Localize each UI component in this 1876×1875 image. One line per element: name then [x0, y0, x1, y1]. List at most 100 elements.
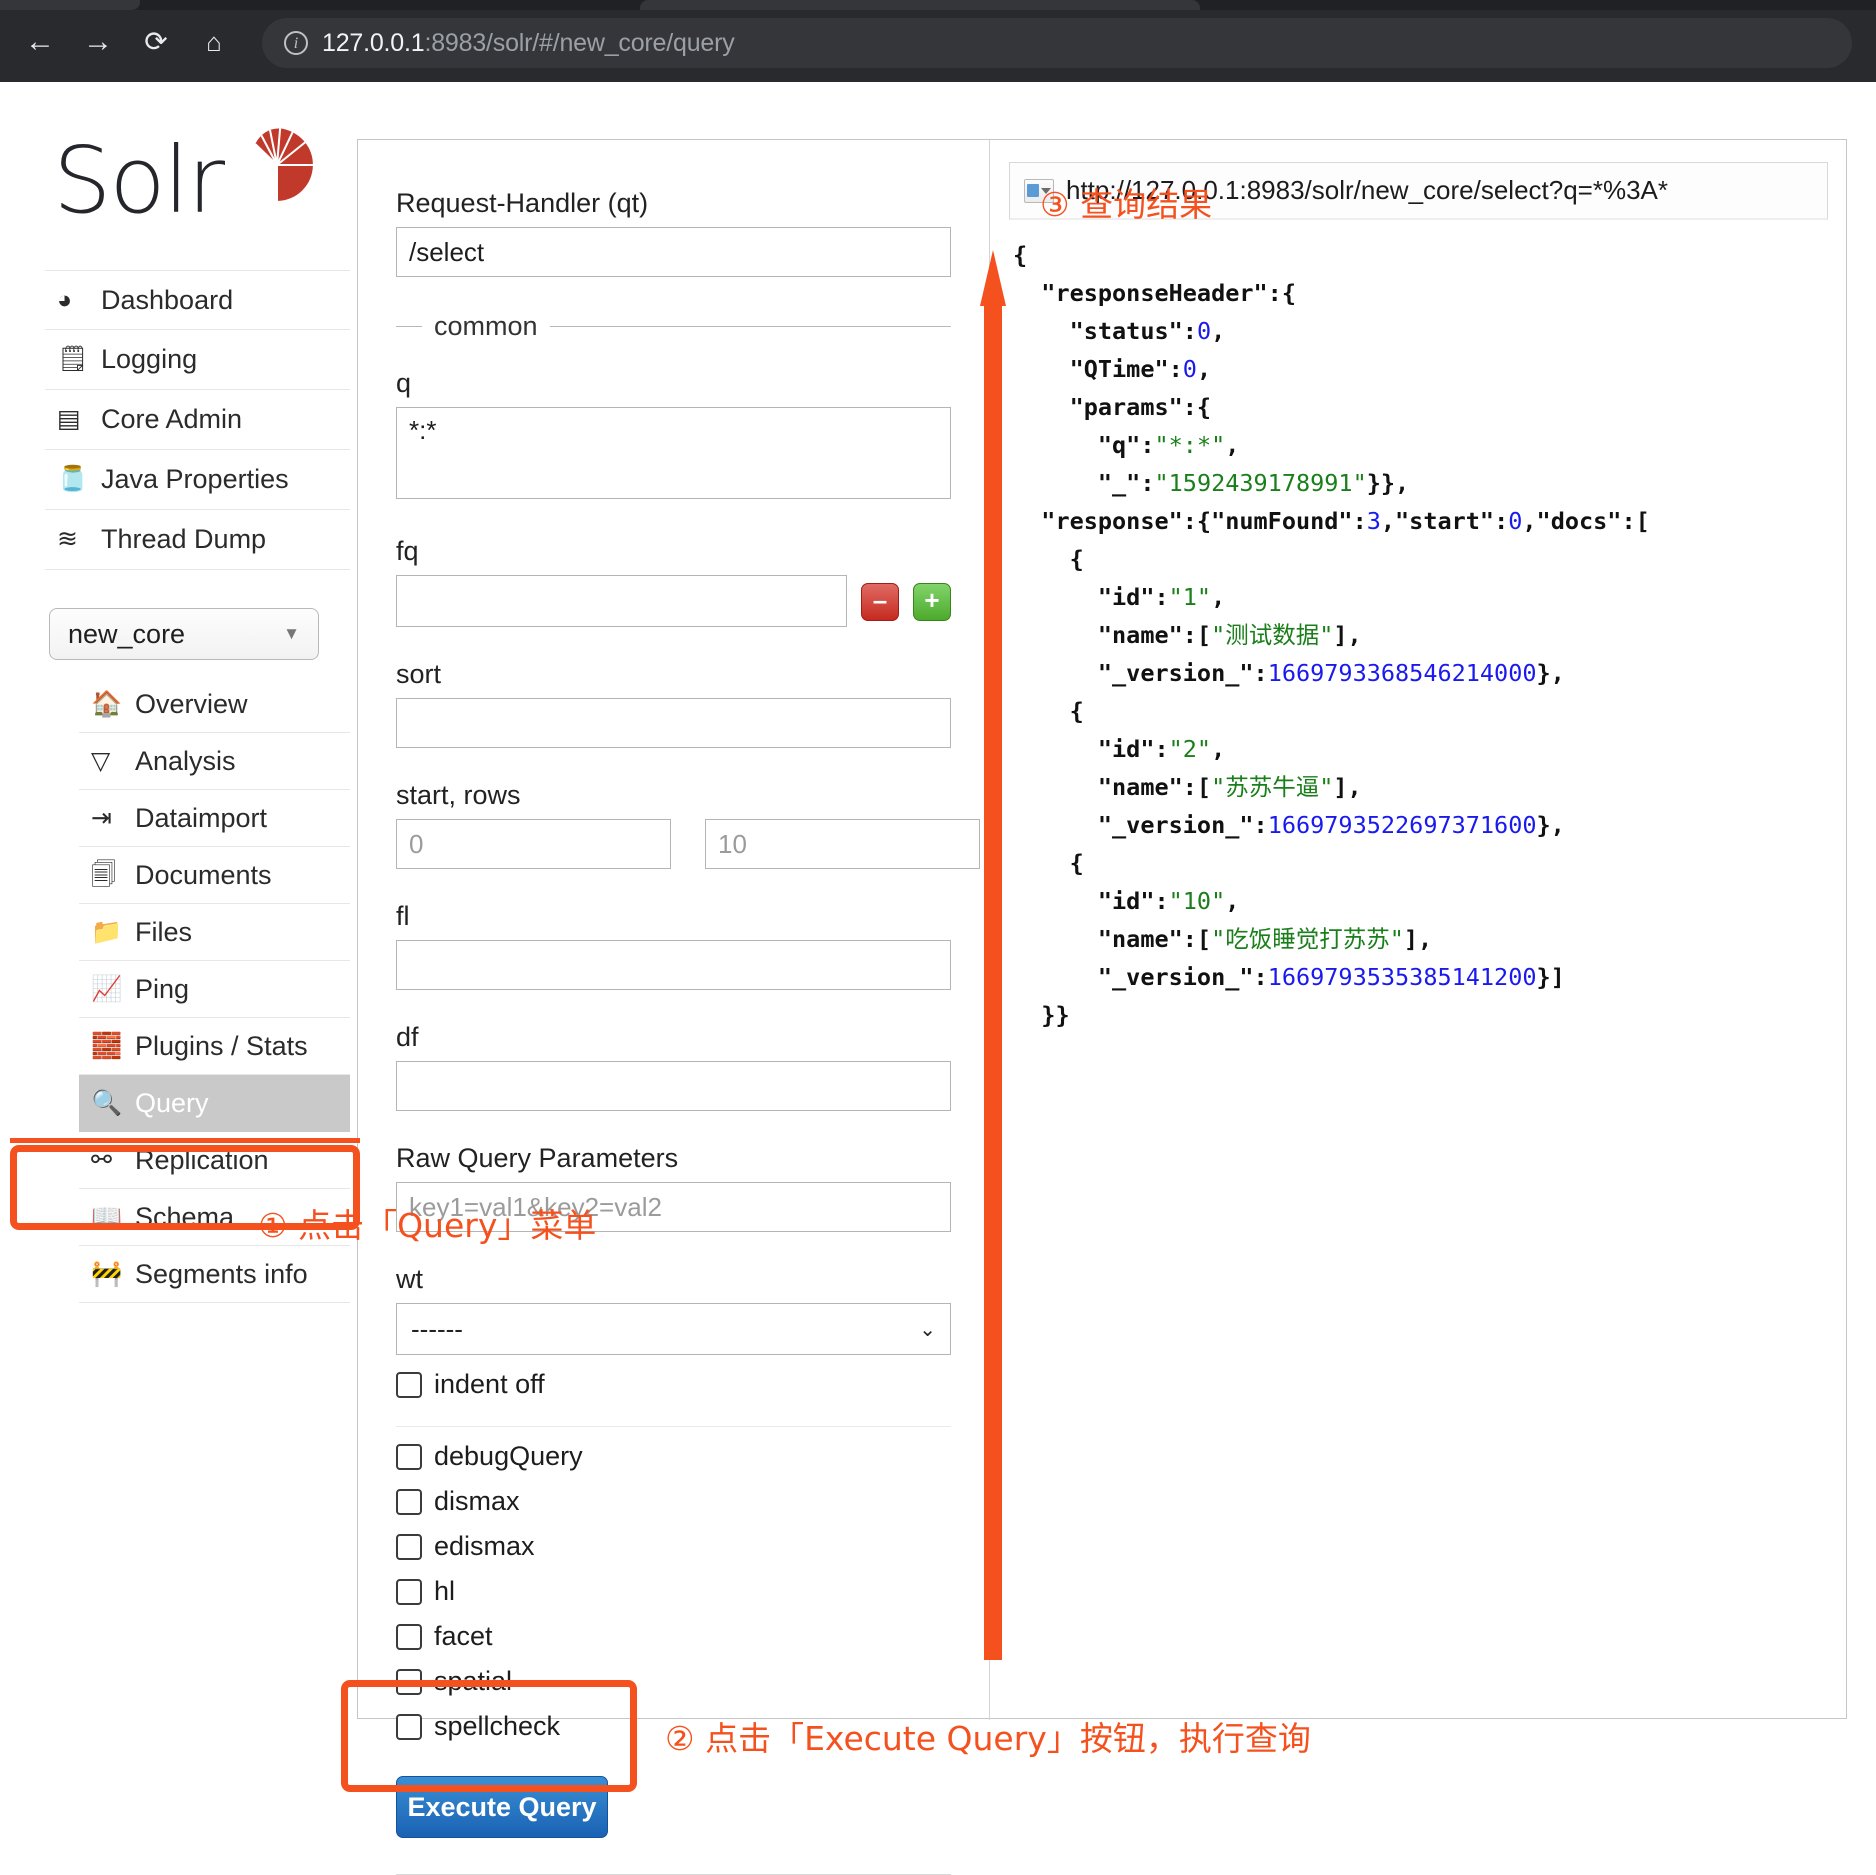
sidebar-item-label: Plugins / Stats: [135, 1031, 308, 1062]
solr-logo[interactable]: Solr: [53, 122, 350, 244]
sidebar-item-overview[interactable]: 🏠 Overview: [79, 676, 350, 733]
checkbox-icon[interactable]: [396, 1579, 422, 1605]
sidebar-item-files[interactable]: 📁 Files: [79, 904, 350, 961]
checkbox-icon[interactable]: [396, 1444, 422, 1470]
url-host: 127.0.0.1: [322, 29, 424, 57]
fl-input[interactable]: [396, 940, 951, 990]
arrow-shaft: [984, 302, 1002, 1660]
minus-icon: –: [873, 587, 887, 613]
option-edismax-row[interactable]: edismax: [396, 1531, 951, 1562]
df-label: df: [396, 1022, 951, 1053]
plus-icon: +: [924, 587, 939, 613]
request-handler-input[interactable]: [396, 227, 951, 277]
option-dismax-row[interactable]: dismax: [396, 1486, 951, 1517]
sidebar-item-documents[interactable]: 🗐 Documents: [79, 847, 350, 904]
logging-icon: 🗒: [57, 347, 101, 372]
core-admin-icon: ▤: [57, 407, 101, 432]
option-debugquery-row[interactable]: debugQuery: [396, 1441, 951, 1472]
add-fq-button[interactable]: +: [913, 583, 951, 621]
wt-label: wt: [396, 1264, 951, 1295]
sidebar: Solr: [45, 122, 350, 1303]
sidebar-item-ping[interactable]: 📈 Ping: [79, 961, 350, 1018]
checkbox-icon[interactable]: [396, 1372, 422, 1398]
address-bar[interactable]: i 127.0.0.1:8983/solr/#/new_core/query: [262, 18, 1852, 68]
sidebar-item-segments-info[interactable]: 🚧 Segments info: [79, 1246, 350, 1303]
indent-off-checkbox-row[interactable]: indent off: [396, 1369, 951, 1400]
legend-text: common: [422, 311, 550, 342]
option-facet-row[interactable]: facet: [396, 1621, 951, 1652]
thread-dump-icon: ≋: [57, 527, 101, 552]
checkbox-icon[interactable]: [396, 1624, 422, 1650]
spacer: [396, 504, 951, 536]
doc-square-icon: [1027, 184, 1039, 197]
fq-input[interactable]: [396, 575, 847, 627]
site-info-icon[interactable]: i: [284, 31, 308, 55]
sidebar-item-label: Analysis: [135, 746, 236, 777]
annotation-step-2: ② 点击「Execute Query」按钮，执行查询: [665, 1712, 1311, 1760]
java-properties-icon: 🫙: [57, 467, 101, 492]
sidebar-item-dashboard[interactable]: ◕ Dashboard: [45, 270, 350, 330]
browser-chrome: ← → ⟳ ⌂ i 127.0.0.1:8983/solr/#/new_core…: [0, 0, 1876, 82]
sidebar-item-label: Logging: [101, 344, 197, 375]
core-selector-wrap: new_core ▼: [45, 608, 350, 660]
sidebar-item-dataimport[interactable]: ⇥ Dataimport: [79, 790, 350, 847]
start-input[interactable]: [396, 819, 671, 869]
chevron-down-icon: ⌄: [919, 1317, 936, 1342]
ping-icon: 📈: [91, 977, 135, 1002]
start-rows-label: start, rows: [396, 780, 951, 811]
start-rows-row: [396, 819, 951, 869]
sidebar-item-label: Dataimport: [135, 803, 267, 834]
request-handler-label: Request-Handler (qt): [396, 188, 951, 219]
sidebar-item-logging[interactable]: 🗒 Logging: [45, 330, 350, 390]
spacer: [396, 990, 951, 1022]
option-hl-row[interactable]: hl: [396, 1576, 951, 1607]
annotation-step-3: ③ 查询结果: [1040, 178, 1212, 226]
option-label: hl: [434, 1576, 455, 1607]
address-bar-url: 127.0.0.1:8983/solr/#/new_core/query: [322, 29, 735, 58]
df-input[interactable]: [396, 1061, 951, 1111]
sidebar-item-label: Documents: [135, 860, 272, 891]
checkbox-icon[interactable]: [396, 1534, 422, 1560]
browser-tab-active[interactable]: [640, 0, 1200, 10]
sidebar-item-label: Java Properties: [101, 464, 289, 495]
q-input[interactable]: *:*: [396, 407, 951, 499]
sidebar-item-label: Dashboard: [101, 285, 233, 316]
query-result: http://127.0.0.1:8983/solr/new_core/sele…: [991, 140, 1846, 1720]
back-icon[interactable]: ←: [20, 22, 60, 62]
json-response-output: { "responseHeader":{ "status":0, "QTime"…: [1013, 236, 1828, 1034]
sidebar-item-thread-dump[interactable]: ≋ Thread Dump: [45, 510, 350, 570]
sidebar-item-query[interactable]: 🔍 Query: [79, 1075, 350, 1132]
core-selector-value: new_core: [68, 619, 185, 650]
sort-input[interactable]: [396, 698, 951, 748]
option-label: dismax: [434, 1486, 520, 1517]
wt-select[interactable]: ------ ⌄: [396, 1303, 951, 1355]
sidebar-item-analysis[interactable]: ▽ Analysis: [79, 733, 350, 790]
core-selector[interactable]: new_core ▼: [49, 608, 319, 660]
sort-label: sort: [396, 659, 951, 690]
dashboard-icon: ◕: [57, 288, 101, 313]
option-label: debugQuery: [434, 1441, 583, 1472]
sidebar-item-plugins-stats[interactable]: 🧱 Plugins / Stats: [79, 1018, 350, 1075]
sidebar-item-core-admin[interactable]: ▤ Core Admin: [45, 390, 350, 450]
query-form: Request-Handler (qt) common q *:* fq – +…: [358, 140, 990, 1720]
sidebar-item-java-properties[interactable]: 🫙 Java Properties: [45, 450, 350, 510]
rows-input[interactable]: [705, 819, 980, 869]
main-nav: ◕ Dashboard 🗒 Logging ▤ Core Admin 🫙 Jav…: [45, 270, 350, 570]
solr-sun-icon: [238, 126, 316, 204]
reload-icon[interactable]: ⟳: [136, 22, 176, 62]
sidebar-item-label: Core Admin: [101, 404, 242, 435]
solr-admin-page: Solr: [0, 82, 1876, 1742]
fl-label: fl: [396, 901, 951, 932]
plugins-icon: 🧱: [91, 1034, 135, 1059]
common-legend: common: [396, 311, 951, 342]
raw-query-label: Raw Query Parameters: [396, 1143, 951, 1174]
home-icon[interactable]: ⌂: [194, 22, 234, 62]
sidebar-item-label: Overview: [135, 689, 248, 720]
spacer: [396, 1111, 951, 1143]
remove-fq-button[interactable]: –: [861, 583, 899, 621]
browser-tab-left[interactable]: [0, 0, 140, 10]
forward-icon[interactable]: →: [78, 22, 118, 62]
checkbox-icon[interactable]: [396, 1489, 422, 1515]
annotation-rule: [10, 1138, 360, 1143]
option-label: edismax: [434, 1531, 535, 1562]
